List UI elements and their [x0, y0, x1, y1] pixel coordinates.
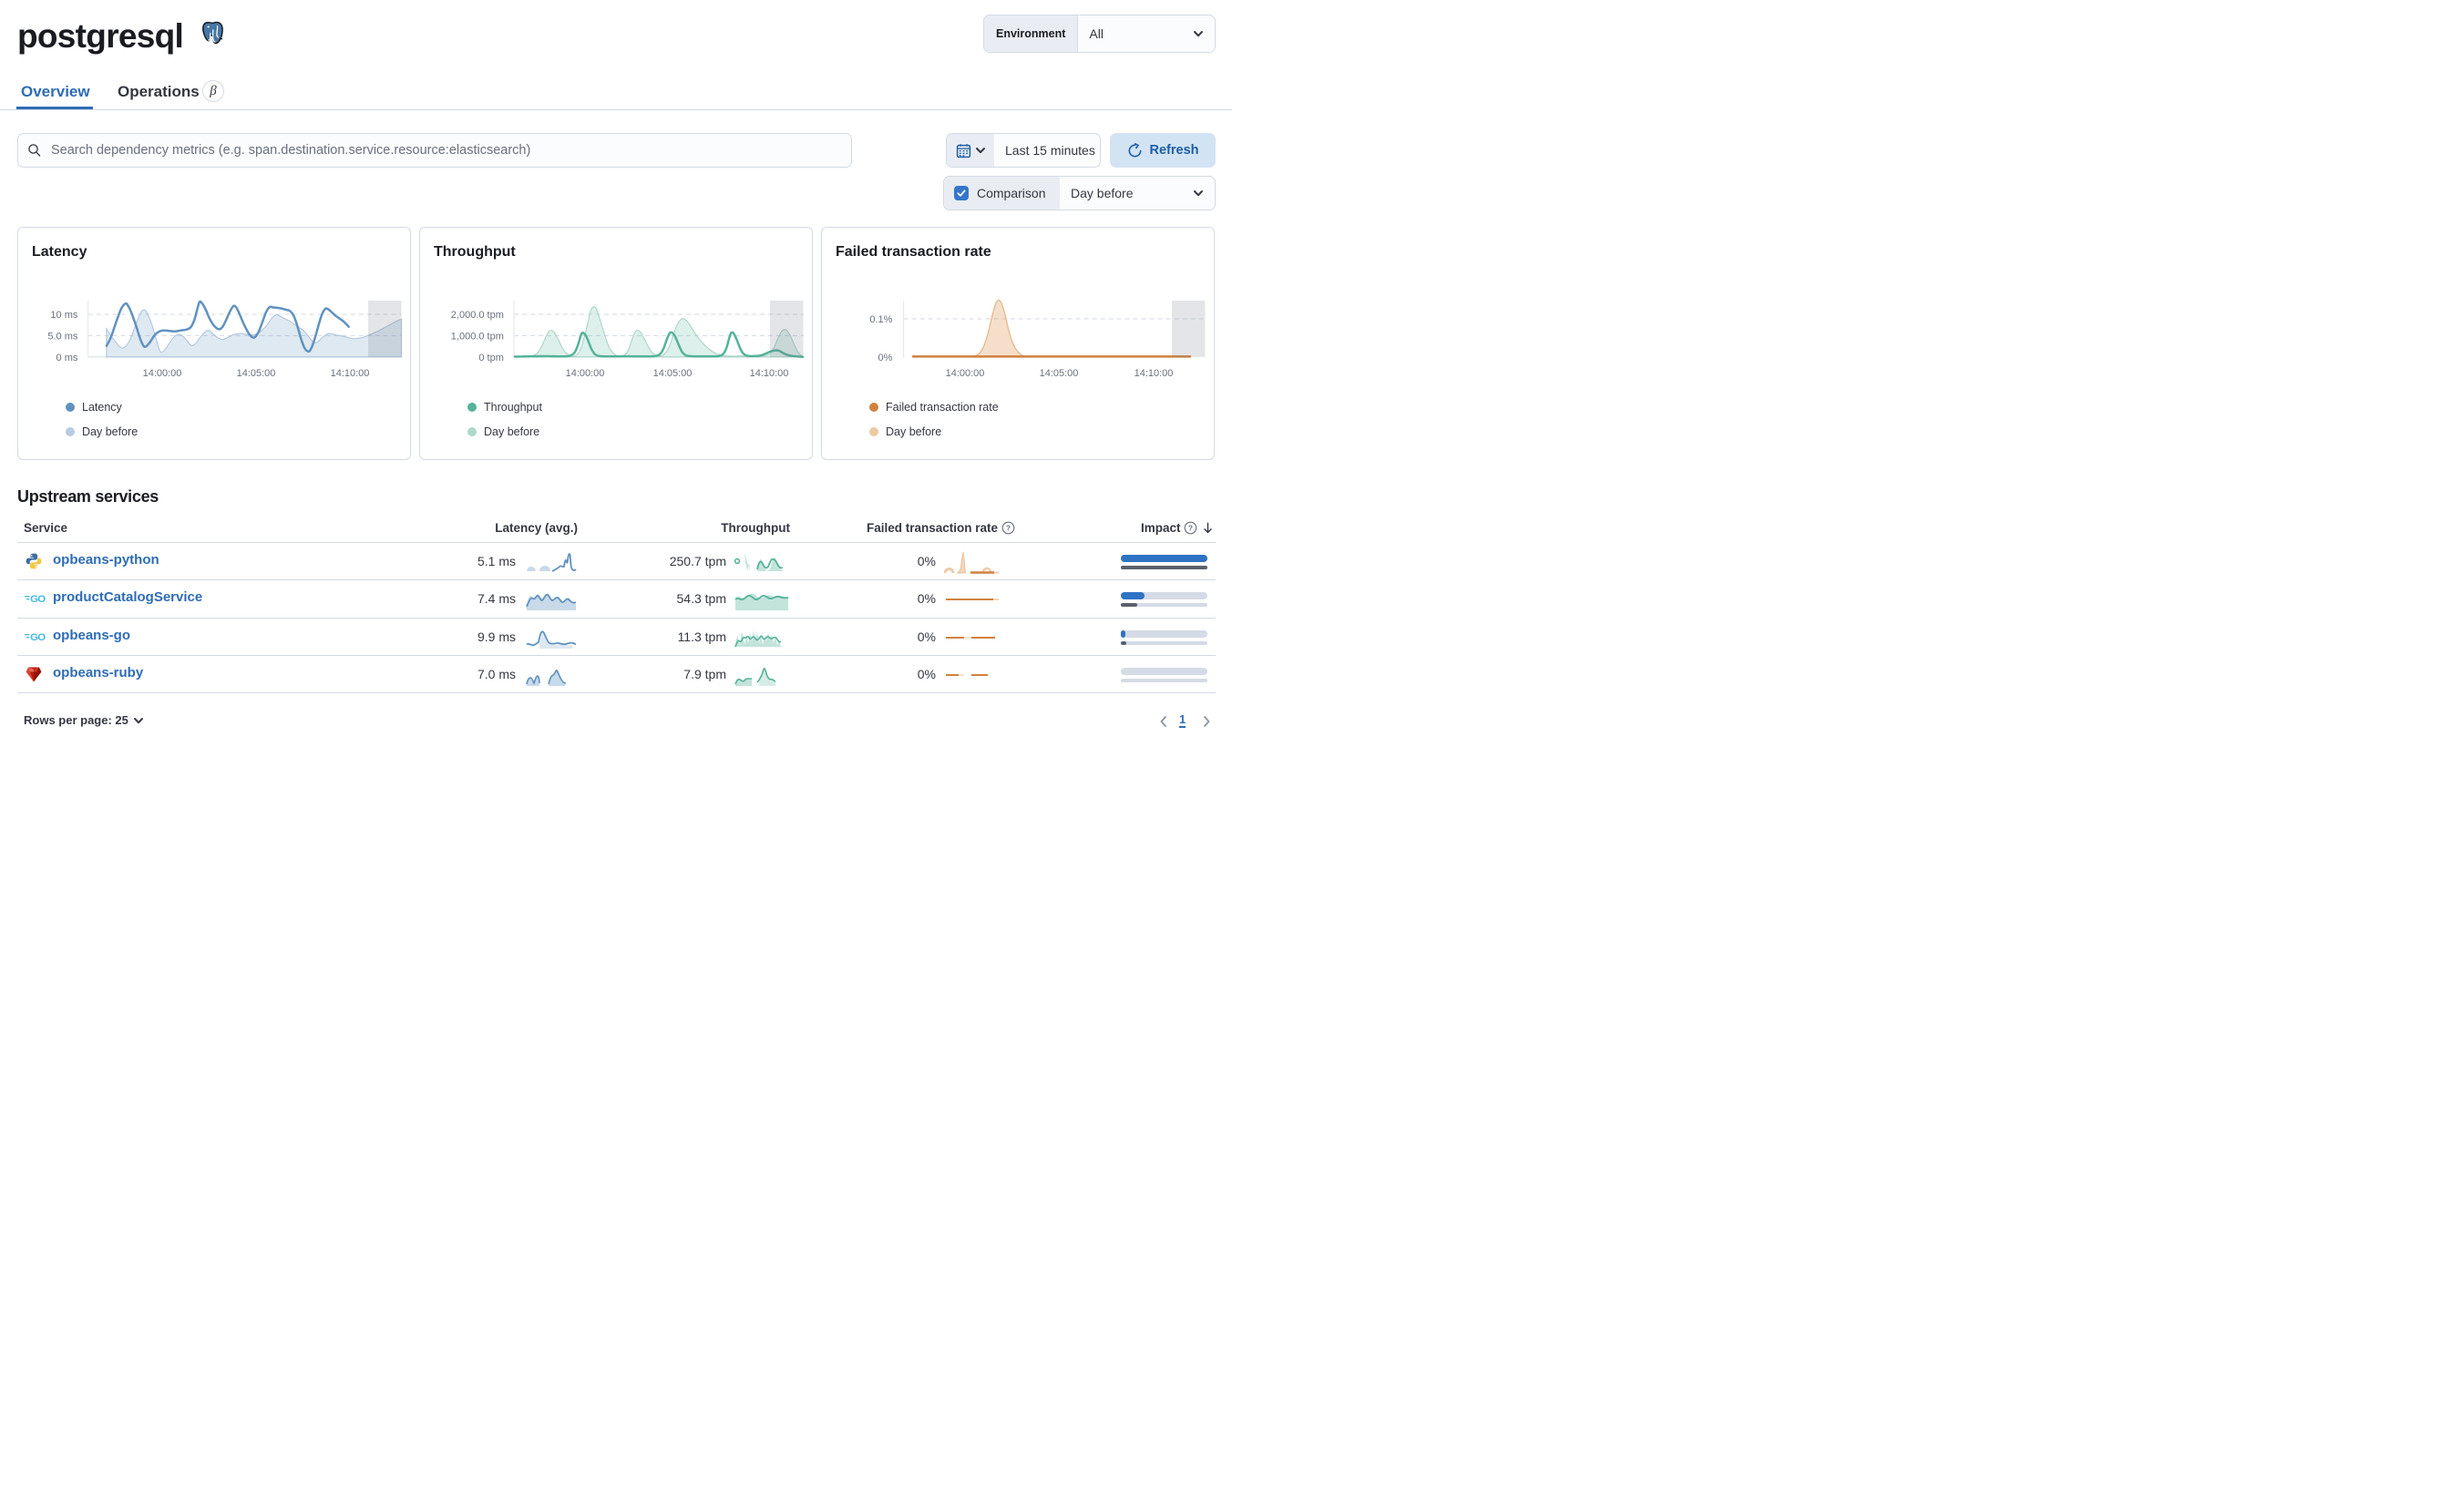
svg-text:14:05:00: 14:05:00: [1040, 368, 1079, 379]
svg-text:14:00:00: 14:00:00: [946, 368, 985, 379]
svg-text:0%: 0%: [878, 353, 892, 363]
svg-text:?: ?: [1188, 524, 1193, 533]
svg-text:14:10:00: 14:10:00: [750, 368, 789, 379]
svg-text:?: ?: [1006, 524, 1011, 533]
svg-text:14:00:00: 14:00:00: [566, 368, 605, 379]
svg-text:0 ms: 0 ms: [56, 353, 78, 363]
svg-text:GO: GO: [30, 595, 46, 606]
svg-text:14:10:00: 14:10:00: [1134, 368, 1174, 379]
svg-text:14:05:00: 14:05:00: [237, 368, 276, 379]
svg-text:5.0 ms: 5.0 ms: [47, 331, 78, 342]
svg-text:2,000.0 tpm: 2,000.0 tpm: [451, 310, 504, 321]
svg-text:GO: GO: [30, 632, 46, 643]
svg-text:14:05:00: 14:05:00: [653, 368, 693, 379]
svg-text:10 ms: 10 ms: [50, 310, 77, 321]
svg-text:14:00:00: 14:00:00: [143, 368, 182, 379]
svg-text:0.1%: 0.1%: [869, 314, 892, 325]
svg-text:1,000.0 tpm: 1,000.0 tpm: [451, 331, 504, 342]
svg-text:0 tpm: 0 tpm: [478, 353, 504, 363]
svg-text:14:10:00: 14:10:00: [331, 368, 370, 379]
